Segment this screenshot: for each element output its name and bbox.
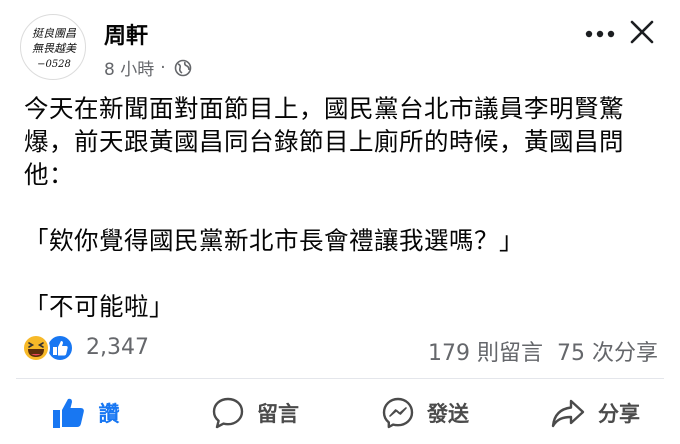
avatar-calligraphy: 挺良團昌 無畏越美 −0528	[32, 27, 77, 70]
reaction-bar: 2,347 179 則留言 75 次分享	[0, 328, 680, 368]
send-label: 發送	[427, 402, 469, 426]
avatar-line-1: 挺良團昌	[32, 27, 77, 40]
comment-label: 留言	[257, 402, 299, 426]
like-button[interactable]: 讚	[0, 385, 170, 441]
globe-icon[interactable]	[174, 59, 192, 77]
post-paragraph: 今天在新聞面對面節目上，國民黨台北市議員李明賢驚爆，前天跟黃國昌同台錄節目上廁所…	[24, 94, 624, 189]
avatar-line-2: 無畏越美	[32, 42, 77, 55]
author-name[interactable]: 周軒	[104, 18, 148, 50]
action-bar: 讚 留言 發送 分享	[0, 385, 680, 441]
comment-button[interactable]: 留言	[170, 385, 340, 441]
share-button[interactable]: 分享	[510, 385, 680, 441]
post-paragraph: 「欸你覺得國民黨新北市長會禮讓我選嗎？」	[24, 226, 524, 255]
share-icon	[551, 399, 585, 428]
reaction-count[interactable]: 2,347	[86, 335, 149, 360]
haha-icon	[22, 334, 50, 362]
comment-count[interactable]: 179 則留言	[428, 335, 543, 367]
engagement-stats: 179 則留言 75 次分享	[428, 335, 658, 367]
comment-icon	[212, 397, 244, 429]
post-header: 挺良團昌 無畏越美 −0528 周軒 8 小時 ·	[0, 0, 680, 90]
share-count[interactable]: 75 次分享	[557, 335, 658, 367]
post-time[interactable]: 8 小時	[104, 55, 154, 80]
send-button[interactable]: 發送	[340, 385, 510, 441]
meta-separator: ·	[160, 57, 166, 78]
reaction-icons[interactable]	[20, 333, 80, 363]
divider	[16, 378, 664, 379]
post-meta: 8 小時 ·	[104, 55, 192, 80]
post-paragraph: 「不可能啦」	[24, 292, 174, 321]
like-label: 讚	[98, 402, 120, 426]
post-body: 今天在新聞面對面節目上，國民黨台北市議員李明賢驚爆，前天跟黃國昌同台錄節目上廁所…	[24, 92, 664, 323]
more-options-icon[interactable]	[580, 14, 620, 54]
share-label: 分享	[598, 402, 640, 426]
like-icon	[46, 334, 74, 362]
avatar-line-3: −0528	[37, 59, 71, 70]
avatar[interactable]: 挺良團昌 無畏越美 −0528	[20, 14, 86, 80]
thumbs-up-icon	[52, 398, 84, 428]
close-icon[interactable]	[622, 12, 662, 52]
messenger-icon	[382, 397, 414, 429]
